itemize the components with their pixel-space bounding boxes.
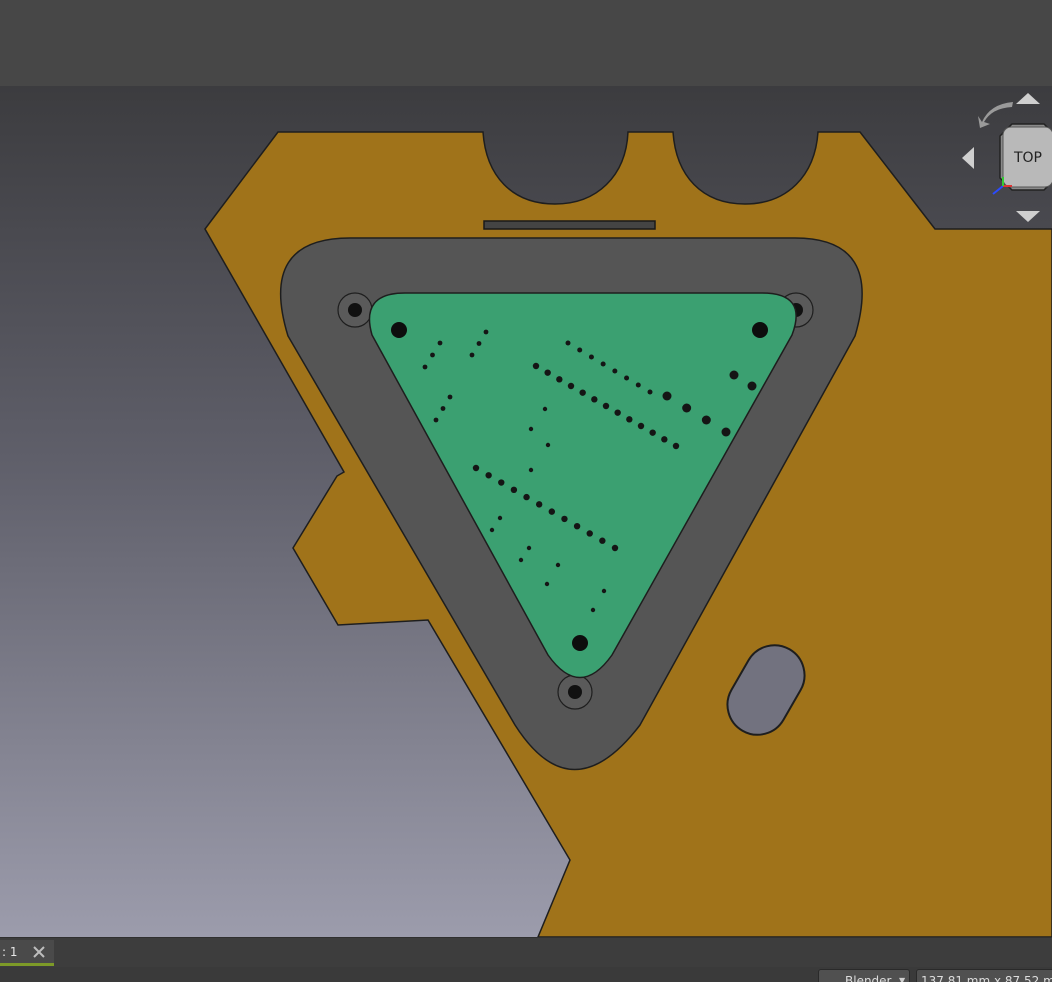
pcb-hole <box>591 396 598 403</box>
pcb-hole <box>682 403 692 413</box>
3d-viewport[interactable] <box>0 86 1052 937</box>
pcb-hole <box>635 382 641 388</box>
pcb-hole <box>624 375 630 381</box>
document-tab[interactable]: : 1 <box>0 940 54 966</box>
pcb-hole <box>523 493 530 501</box>
pcb-mount-hole <box>572 635 588 651</box>
pcb-hole <box>528 467 534 473</box>
pcb-mount-hole <box>391 322 407 338</box>
pcb-hole <box>612 368 618 374</box>
pcb-hole <box>472 464 480 472</box>
pcb-hole <box>601 588 607 594</box>
pcb-hole <box>528 426 534 432</box>
pcb-hole <box>729 370 739 380</box>
pcb-hole <box>526 545 532 551</box>
pcb-hole <box>544 369 551 376</box>
statusbar: Blender ▼ 137.81 mm x 87.52 mm <box>0 967 1052 982</box>
slot <box>483 220 656 230</box>
pcb-hole <box>542 406 548 412</box>
pcb-hole <box>647 389 653 395</box>
dimension-text: 137.81 mm x 87.52 mm <box>921 974 1052 982</box>
arrow-down-icon[interactable] <box>1016 211 1040 222</box>
pcb-hole <box>535 501 543 508</box>
pcb-hole <box>532 362 540 370</box>
pcb-hole <box>602 402 610 410</box>
pcb-hole <box>489 527 495 533</box>
document-tab-label: : 1 <box>2 945 18 959</box>
frame-screw <box>557 674 593 710</box>
pcb-hole <box>518 557 524 563</box>
arrow-left-icon[interactable] <box>962 147 974 169</box>
pcb-hole <box>430 352 435 358</box>
pcb-hole <box>437 340 443 346</box>
pcb-hole <box>661 436 668 443</box>
pcb-hole <box>626 416 633 423</box>
pcb-hole <box>440 406 446 411</box>
arrow-up-icon[interactable] <box>1016 93 1040 104</box>
close-icon[interactable] <box>30 943 48 961</box>
pcb-hole <box>586 530 593 537</box>
model-render <box>204 131 1052 937</box>
pcb-hole <box>510 486 518 494</box>
rotate-ccw-icon[interactable] <box>978 102 1013 128</box>
pcb-hole <box>548 508 556 515</box>
pcb-hole <box>662 391 672 401</box>
pcb-hole <box>573 522 581 530</box>
pcb-hole <box>565 340 571 346</box>
pcb-hole <box>545 442 551 448</box>
pcb-hole <box>422 364 428 370</box>
pcb-hole <box>498 479 505 486</box>
pcb-hole <box>614 409 621 416</box>
pcb-hole <box>561 515 568 523</box>
pcb-hole <box>485 472 492 479</box>
pcb-hole <box>476 341 482 346</box>
dimension-readout: 137.81 mm x 87.52 mm <box>916 969 1052 982</box>
pcb-hole <box>497 515 503 521</box>
document-tabbar: : 1 <box>0 937 1052 968</box>
pcb-hole <box>588 354 594 360</box>
cube-face-label: TOP <box>1013 150 1042 166</box>
pcb-hole <box>590 607 596 613</box>
pcb-hole <box>600 361 606 367</box>
pcb-hole <box>721 427 731 437</box>
pcb-mount-hole <box>752 322 768 338</box>
chevron-down-icon: ▼ <box>899 976 906 982</box>
pcb-hole <box>637 422 645 430</box>
navigation-cube[interactable]: TOP <box>960 92 1052 228</box>
frame-screw <box>337 292 373 328</box>
pcb-hole <box>469 352 475 358</box>
pcb-hole <box>747 381 757 391</box>
pcb-hole <box>544 581 550 587</box>
pcb-hole <box>556 376 563 383</box>
pcb-hole <box>577 347 583 353</box>
pcb-hole <box>567 382 575 390</box>
pcb-hole <box>447 394 453 400</box>
pcb-hole <box>483 329 489 335</box>
pcb-hole <box>433 417 439 423</box>
pcb-hole <box>599 537 606 544</box>
navigation-style-select[interactable]: Blender ▼ <box>818 969 910 982</box>
pcb-hole <box>611 544 619 552</box>
navigation-style-label: Blender <box>845 974 892 982</box>
pcb-hole <box>649 429 656 436</box>
pcb-hole <box>672 442 680 450</box>
pcb-hole <box>701 415 711 425</box>
toolbar-area <box>0 0 1052 86</box>
pcb-hole <box>555 562 561 568</box>
pcb-hole <box>579 389 586 396</box>
